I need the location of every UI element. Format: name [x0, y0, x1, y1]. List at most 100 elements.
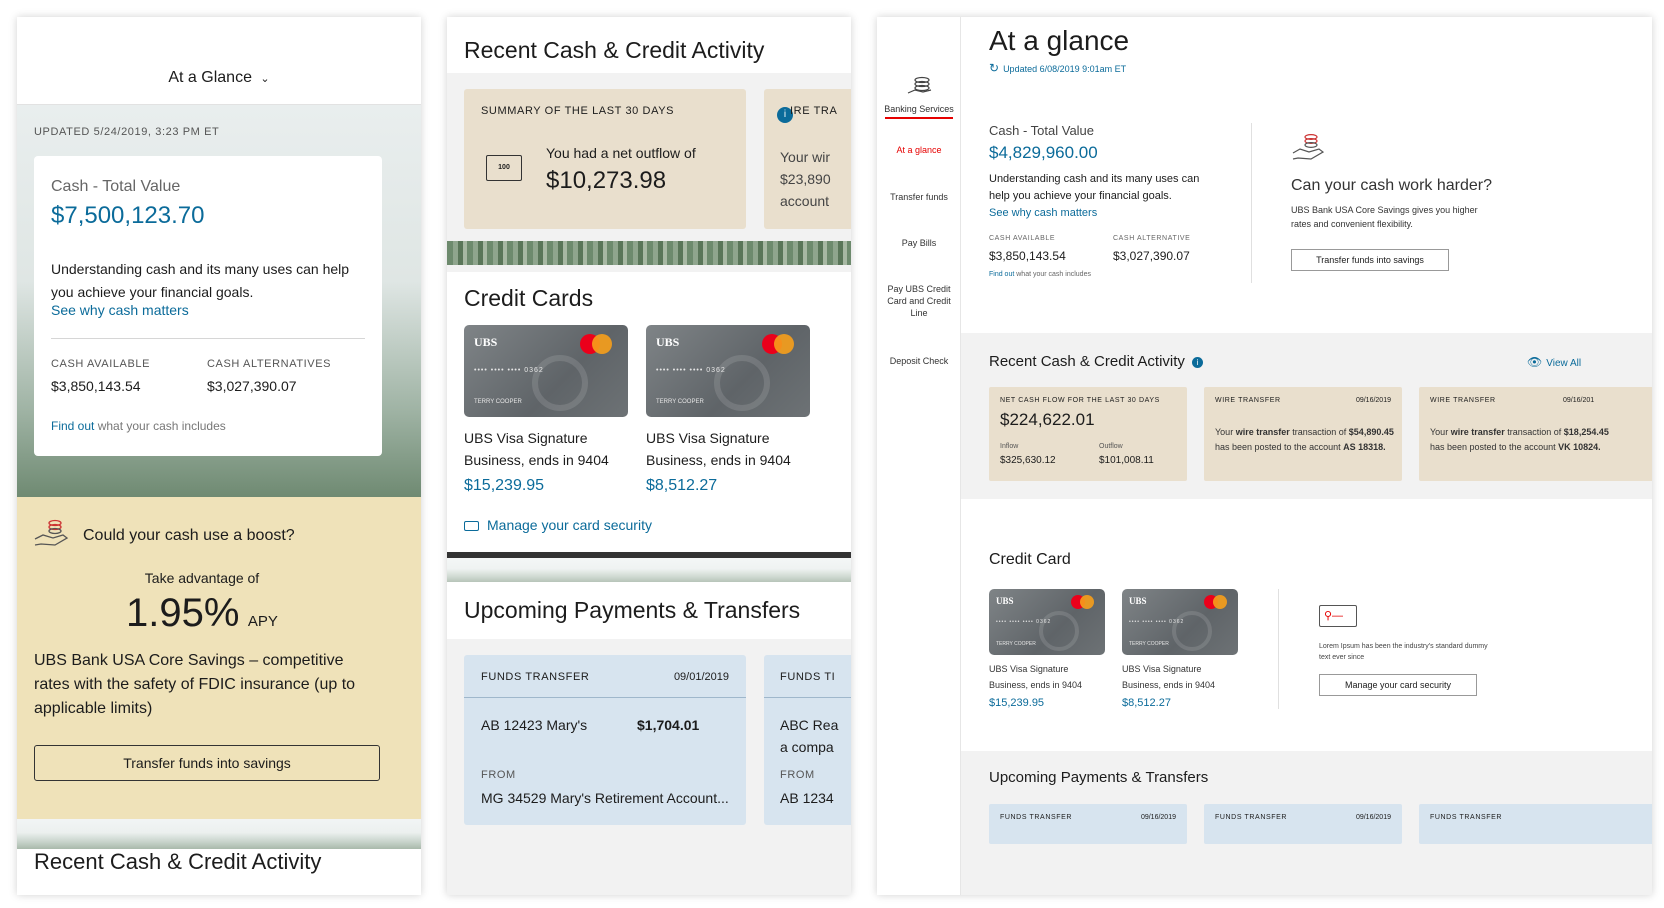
wire-text-bold: wire transfer	[1450, 427, 1505, 437]
card-holder: TERRY COOPER	[996, 641, 1036, 647]
transfer-funds-button[interactable]: Transfer funds into savings	[1291, 249, 1449, 271]
ubs-logo: UBS	[996, 596, 1014, 606]
mobile-header: At a Glance ⌄	[17, 17, 421, 105]
net-cash-flow-value: $224,622.01	[1000, 410, 1095, 429]
card-balance: $8,512.27	[1122, 697, 1171, 709]
card-balance: $8,512.27	[646, 477, 718, 494]
mastercard-icon-overlap	[1080, 595, 1094, 609]
updated-timestamp: ↻ Updated 6/08/2019 9:01am ET	[989, 61, 1126, 75]
transfer-tile[interactable]: FUNDS TRANSFER	[1419, 804, 1652, 844]
desktop-panel-at-a-glance: Banking Services At a glance Transfer fu…	[877, 17, 1652, 895]
promo-rate-line: 1.95% APY	[17, 591, 387, 636]
page-switcher[interactable]: At a Glance ⌄	[17, 69, 421, 87]
nav-item-pay-credit-card[interactable]: Pay UBS Credit Card and Credit Line	[877, 283, 961, 319]
upcoming-heading: Upcoming Payments & Transfers	[989, 769, 1209, 786]
transfer-tile[interactable]: FUNDS TRANSFER 09/16/2019	[989, 804, 1187, 844]
credit-card-image[interactable]: UBS •••• •••• •••• 0362 TERRY COOPER	[464, 325, 628, 417]
transfer-label: FUNDS TRANSFER	[1430, 814, 1503, 821]
credit-card-heading: Credit Card	[989, 551, 1071, 568]
wire-account: VK 10824.	[1558, 442, 1601, 452]
credit-card-image[interactable]: UBS •••• •••• •••• 0362 TERRY COOPER	[989, 589, 1105, 655]
wire-transfer-tile[interactable]: WIRE TRANSFER 09/16/201 Your wire transf…	[1419, 387, 1652, 481]
cash-alternatives-label: CASH ALTERNATIVES	[207, 358, 332, 370]
transfer-funds-button[interactable]: Transfer funds into savings	[34, 745, 380, 781]
nav-banking-services[interactable]: Banking Services	[877, 103, 961, 115]
page-title: At a glance	[989, 25, 1130, 56]
transfer-tile[interactable]: FUNDS TI ABC Rea a compa FROM AB 1234	[764, 655, 851, 825]
recent-activity-heading: Recent Cash & Credit Activity	[34, 849, 322, 874]
card-name: UBS Visa Signature Business, ends in 940…	[1122, 661, 1215, 693]
transfer-label: FUNDS TRANSFER	[481, 671, 590, 683]
card-holder: TERRY COOPER	[474, 399, 522, 405]
promo-description: UBS Bank USA Core Savings – competitive …	[34, 652, 356, 717]
cash-alternatives-value: $3,027,390.07	[207, 378, 297, 394]
card-number: •••• •••• •••• 0362	[474, 367, 544, 374]
nav-item-transfer-funds[interactable]: Transfer funds	[877, 191, 961, 203]
vertical-divider	[1278, 589, 1279, 709]
wire-text-bold: wire transfer	[1235, 427, 1290, 437]
card-name: UBS Visa Signature Business, ends in 940…	[464, 430, 609, 468]
nav-item-pay-bills[interactable]: Pay Bills	[877, 237, 961, 249]
net-cash-flow-tile[interactable]: NET CASH FLOW FOR THE LAST 30 DAYS $224,…	[989, 387, 1187, 481]
cash-alternative-label: CASH ALTERNATIVE	[1113, 235, 1191, 242]
manage-card-security-link[interactable]: Manage your card security	[464, 517, 652, 533]
outflow-value: $101,008.11	[1099, 455, 1154, 466]
see-why-cash-matters-link[interactable]: See why cash matters	[51, 302, 189, 318]
credit-card-image[interactable]: UBS •••• •••• •••• 0362 TERRY COOPER	[646, 325, 810, 417]
wire-transfer-date: 09/16/2019	[1355, 397, 1391, 404]
card-watermark	[532, 355, 588, 411]
refresh-icon[interactable]: ↻	[989, 61, 999, 75]
view-all-link[interactable]: 👁 View All	[1527, 355, 1581, 369]
forest-strip	[447, 558, 851, 582]
page-switcher-label: At a Glance	[168, 69, 252, 86]
transfer-date: 09/01/2019	[673, 671, 729, 683]
find-out-link[interactable]: Find out	[51, 419, 94, 433]
transfer-to-2: a compa	[780, 739, 834, 755]
card-name: UBS Visa Signature Business, ends in 940…	[646, 430, 791, 468]
card-number: •••• •••• •••• 0362	[996, 619, 1052, 625]
promo-apy: APY	[247, 613, 278, 630]
transfer-tile[interactable]: FUNDS TRANSFER 09/01/2019 AB 12423 Mary'…	[464, 655, 746, 825]
nav-item-at-a-glance[interactable]: At a glance	[877, 144, 961, 156]
card-holder: TERRY COOPER	[1129, 641, 1169, 647]
from-label: FROM	[780, 769, 815, 781]
wire-amount: $54,890.45	[1348, 427, 1394, 437]
divider	[764, 697, 851, 698]
wire-transfer-tile[interactable]: WIRE TRANSFER 09/16/2019 Your wire trans…	[1204, 387, 1402, 481]
nav-item-deposit-check[interactable]: Deposit Check	[877, 355, 961, 367]
transfer-date: 09/16/2019	[1140, 814, 1176, 821]
activity-heading: Recent Cash & Credit Activity	[464, 37, 765, 63]
transfer-to: AB 12423 Mary's	[481, 717, 588, 733]
card-shield-icon	[464, 521, 479, 532]
card-number: •••• •••• •••• 0362	[1129, 619, 1185, 625]
summary-label: SUMMARY OF THE LAST 30 DAYS	[481, 105, 675, 117]
card-balance: $15,239.95	[989, 697, 1045, 709]
summary-tile[interactable]: SUMMARY OF THE LAST 30 DAYS 100 You had …	[464, 89, 746, 229]
transfer-tile[interactable]: FUNDS TRANSFER 09/16/2019	[1204, 804, 1402, 844]
ubs-logo: UBS	[656, 335, 680, 349]
updated-timestamp: UPDATED 5/24/2019, 3:23 PM ET	[34, 126, 220, 138]
see-why-cash-matters-link[interactable]: See why cash matters	[989, 207, 1097, 219]
mastercard-icon-overlap	[774, 334, 794, 354]
card-watermark	[1039, 611, 1079, 651]
inflow-label: Inflow	[1000, 443, 1019, 450]
wire-label: IRE TRA	[790, 105, 838, 117]
promo-take-advantage: Take advantage of	[144, 570, 260, 586]
credit-card-image[interactable]: UBS •••• •••• •••• 0362 TERRY COOPER	[1122, 589, 1238, 655]
manage-card-security-button[interactable]: Manage your card security	[1319, 674, 1477, 696]
wire-tile[interactable]: i IRE TRA Your wir $23,890 account	[764, 89, 851, 229]
coins-stack-icon	[907, 75, 933, 99]
info-icon[interactable]: i	[1192, 356, 1204, 368]
wire-transfer-label: WIRE TRANSFER	[1215, 397, 1281, 404]
card-watermark	[714, 355, 770, 411]
card-holder: TERRY COOPER	[656, 399, 704, 405]
forest-strip	[17, 819, 421, 849]
cash-label: Cash - Total Value	[989, 123, 1095, 138]
transfer-label: FUNDS TI	[780, 671, 836, 683]
find-out-text: Find out what your cash includes	[51, 419, 226, 433]
cash-alternative-value: $3,027,390.07	[1113, 249, 1190, 263]
find-out-link[interactable]: Find out	[989, 271, 1014, 278]
hand-coins-icon	[33, 517, 69, 549]
cash-available-label: CASH AVAILABLE	[51, 358, 151, 370]
side-nav: Banking Services At a glance Transfer fu…	[877, 17, 961, 895]
